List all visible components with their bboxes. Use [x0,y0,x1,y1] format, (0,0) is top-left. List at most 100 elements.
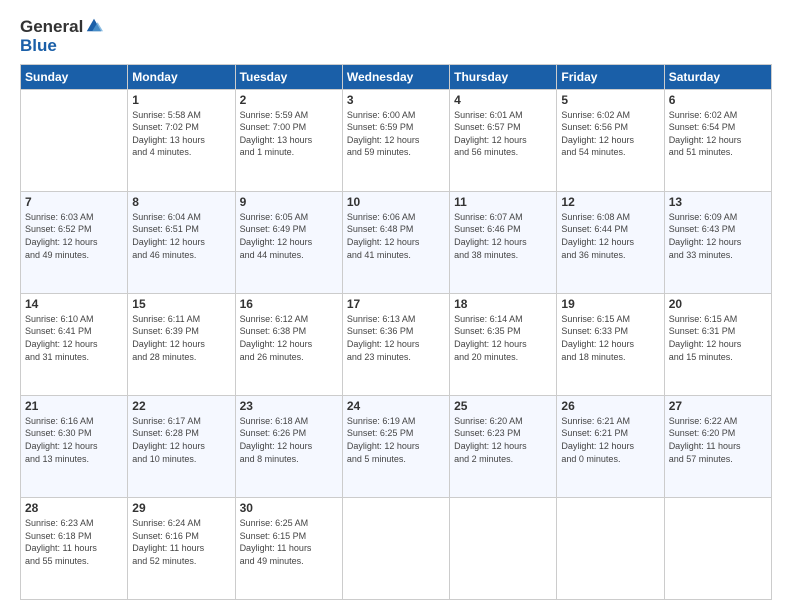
day-number: 7 [25,195,123,209]
header: General Blue [20,18,772,56]
day-info: Sunrise: 6:01 AM Sunset: 6:57 PM Dayligh… [454,109,552,159]
day-cell: 30 Sunrise: 6:25 AM Sunset: 6:15 PM Dayli… [235,497,342,599]
day-number: 15 [132,297,230,311]
day-number: 27 [669,399,767,413]
logo-text-blue: Blue [20,36,57,55]
header-row: SundayMondayTuesdayWednesdayThursdayFrid… [21,64,772,89]
day-cell: 2Sunrise: 5:59 AM Sunset: 7:00 PM Daylig… [235,89,342,191]
day-info: Sunrise: 6:06 AM Sunset: 6:48 PM Dayligh… [347,211,445,261]
day-cell [664,497,771,599]
day-info: Sunrise: 6:18 AM Sunset: 6:26 PM Dayligh… [240,415,338,465]
day-number: 9 [240,195,338,209]
day-info: Sunrise: 6:21 AM Sunset: 6:21 PM Dayligh… [561,415,659,465]
day-cell: 7 Sunrise: 6:03 AM Sunset: 6:52 PM Daylig… [21,191,128,293]
day-cell: 12 Sunrise: 6:08 AM Sunset: 6:44 PM Dayli… [557,191,664,293]
day-info: Sunrise: 6:20 AM Sunset: 6:23 PM Dayligh… [454,415,552,465]
day-number: 29 [132,501,230,515]
day-info: Sunrise: 6:15 AM Sunset: 6:33 PM Dayligh… [561,313,659,363]
day-header-saturday: Saturday [664,64,771,89]
day-cell: 24Sunrise: 6:19 AM Sunset: 6:25 PM Dayli… [342,395,449,497]
day-info: Sunrise: 6:00 AM Sunset: 6:59 PM Dayligh… [347,109,445,159]
day-number: 11 [454,195,552,209]
day-number: 19 [561,297,659,311]
day-info: Sunrise: 6:12 AM Sunset: 6:38 PM Dayligh… [240,313,338,363]
day-info: Sunrise: 6:11 AM Sunset: 6:39 PM Dayligh… [132,313,230,363]
day-info: Sunrise: 6:03 AM Sunset: 6:52 PM Dayligh… [25,211,123,261]
day-info: Sunrise: 6:23 AM Sunset: 6:18 PM Dayligh… [25,517,123,567]
day-cell: 21 Sunrise: 6:16 AM Sunset: 6:30 PM Dayli… [21,395,128,497]
day-cell: 5 Sunrise: 6:02 AM Sunset: 6:56 PM Daylig… [557,89,664,191]
day-number: 10 [347,195,445,209]
logo: General Blue [20,18,103,56]
day-header-wednesday: Wednesday [342,64,449,89]
day-cell: 17Sunrise: 6:13 AM Sunset: 6:36 PM Dayli… [342,293,449,395]
day-cell [21,89,128,191]
day-header-sunday: Sunday [21,64,128,89]
day-cell [450,497,557,599]
day-info: Sunrise: 6:17 AM Sunset: 6:28 PM Dayligh… [132,415,230,465]
day-info: Sunrise: 5:58 AM Sunset: 7:02 PM Dayligh… [132,109,230,159]
day-info: Sunrise: 6:02 AM Sunset: 6:56 PM Dayligh… [561,109,659,159]
day-cell: 27 Sunrise: 6:22 AM Sunset: 6:20 PM Dayli… [664,395,771,497]
day-number: 3 [347,93,445,107]
day-info: Sunrise: 6:02 AM Sunset: 6:54 PM Dayligh… [669,109,767,159]
day-cell: 26 Sunrise: 6:21 AM Sunset: 6:21 PM Dayli… [557,395,664,497]
logo-text-general: General [20,18,83,37]
day-info: Sunrise: 6:07 AM Sunset: 6:46 PM Dayligh… [454,211,552,261]
day-cell: 22 Sunrise: 6:17 AM Sunset: 6:28 PM Dayli… [128,395,235,497]
day-number: 23 [240,399,338,413]
day-number: 2 [240,93,338,107]
calendar-table: SundayMondayTuesdayWednesdayThursdayFrid… [20,64,772,600]
day-info: Sunrise: 6:15 AM Sunset: 6:31 PM Dayligh… [669,313,767,363]
day-number: 6 [669,93,767,107]
day-cell: 14 Sunrise: 6:10 AM Sunset: 6:41 PM Dayli… [21,293,128,395]
day-number: 21 [25,399,123,413]
day-number: 30 [240,501,338,515]
day-info: Sunrise: 6:14 AM Sunset: 6:35 PM Dayligh… [454,313,552,363]
day-info: Sunrise: 6:10 AM Sunset: 6:41 PM Dayligh… [25,313,123,363]
day-info: Sunrise: 6:16 AM Sunset: 6:30 PM Dayligh… [25,415,123,465]
day-cell: 16 Sunrise: 6:12 AM Sunset: 6:38 PM Dayli… [235,293,342,395]
day-info: Sunrise: 6:08 AM Sunset: 6:44 PM Dayligh… [561,211,659,261]
day-number: 25 [454,399,552,413]
day-number: 22 [132,399,230,413]
day-cell: 10 Sunrise: 6:06 AM Sunset: 6:48 PM Dayli… [342,191,449,293]
day-cell: 18Sunrise: 6:14 AM Sunset: 6:35 PM Dayli… [450,293,557,395]
day-cell: 11 Sunrise: 6:07 AM Sunset: 6:46 PM Dayli… [450,191,557,293]
day-info: Sunrise: 6:19 AM Sunset: 6:25 PM Dayligh… [347,415,445,465]
day-cell: 6 Sunrise: 6:02 AM Sunset: 6:54 PM Daylig… [664,89,771,191]
day-number: 13 [669,195,767,209]
day-number: 16 [240,297,338,311]
day-header-monday: Monday [128,64,235,89]
day-cell: 1 Sunrise: 5:58 AM Sunset: 7:02 PM Daylig… [128,89,235,191]
week-row: 7 Sunrise: 6:03 AM Sunset: 6:52 PM Daylig… [21,191,772,293]
day-info: Sunrise: 6:05 AM Sunset: 6:49 PM Dayligh… [240,211,338,261]
day-number: 17 [347,297,445,311]
day-number: 4 [454,93,552,107]
day-cell: 3 Sunrise: 6:00 AM Sunset: 6:59 PM Daylig… [342,89,449,191]
week-row: 21 Sunrise: 6:16 AM Sunset: 6:30 PM Dayli… [21,395,772,497]
week-row: 28 Sunrise: 6:23 AM Sunset: 6:18 PM Dayli… [21,497,772,599]
day-info: Sunrise: 6:09 AM Sunset: 6:43 PM Dayligh… [669,211,767,261]
day-header-friday: Friday [557,64,664,89]
day-cell: 13 Sunrise: 6:09 AM Sunset: 6:43 PM Dayli… [664,191,771,293]
day-number: 8 [132,195,230,209]
day-cell [557,497,664,599]
week-row: 1 Sunrise: 5:58 AM Sunset: 7:02 PM Daylig… [21,89,772,191]
day-cell: 25 Sunrise: 6:20 AM Sunset: 6:23 PM Dayli… [450,395,557,497]
week-row: 14 Sunrise: 6:10 AM Sunset: 6:41 PM Dayli… [21,293,772,395]
day-cell: 19 Sunrise: 6:15 AM Sunset: 6:33 PM Dayli… [557,293,664,395]
day-number: 1 [132,93,230,107]
day-number: 14 [25,297,123,311]
day-info: Sunrise: 6:25 AM Sunset: 6:15 PM Dayligh… [240,517,338,567]
day-info: Sunrise: 6:04 AM Sunset: 6:51 PM Dayligh… [132,211,230,261]
logo-icon [85,16,103,34]
day-header-tuesday: Tuesday [235,64,342,89]
day-number: 5 [561,93,659,107]
day-number: 26 [561,399,659,413]
day-number: 28 [25,501,123,515]
day-info: Sunrise: 6:24 AM Sunset: 6:16 PM Dayligh… [132,517,230,567]
day-number: 12 [561,195,659,209]
day-info: Sunrise: 6:22 AM Sunset: 6:20 PM Dayligh… [669,415,767,465]
page: General Blue SundayMondayTuesdayWednesda… [0,0,792,612]
